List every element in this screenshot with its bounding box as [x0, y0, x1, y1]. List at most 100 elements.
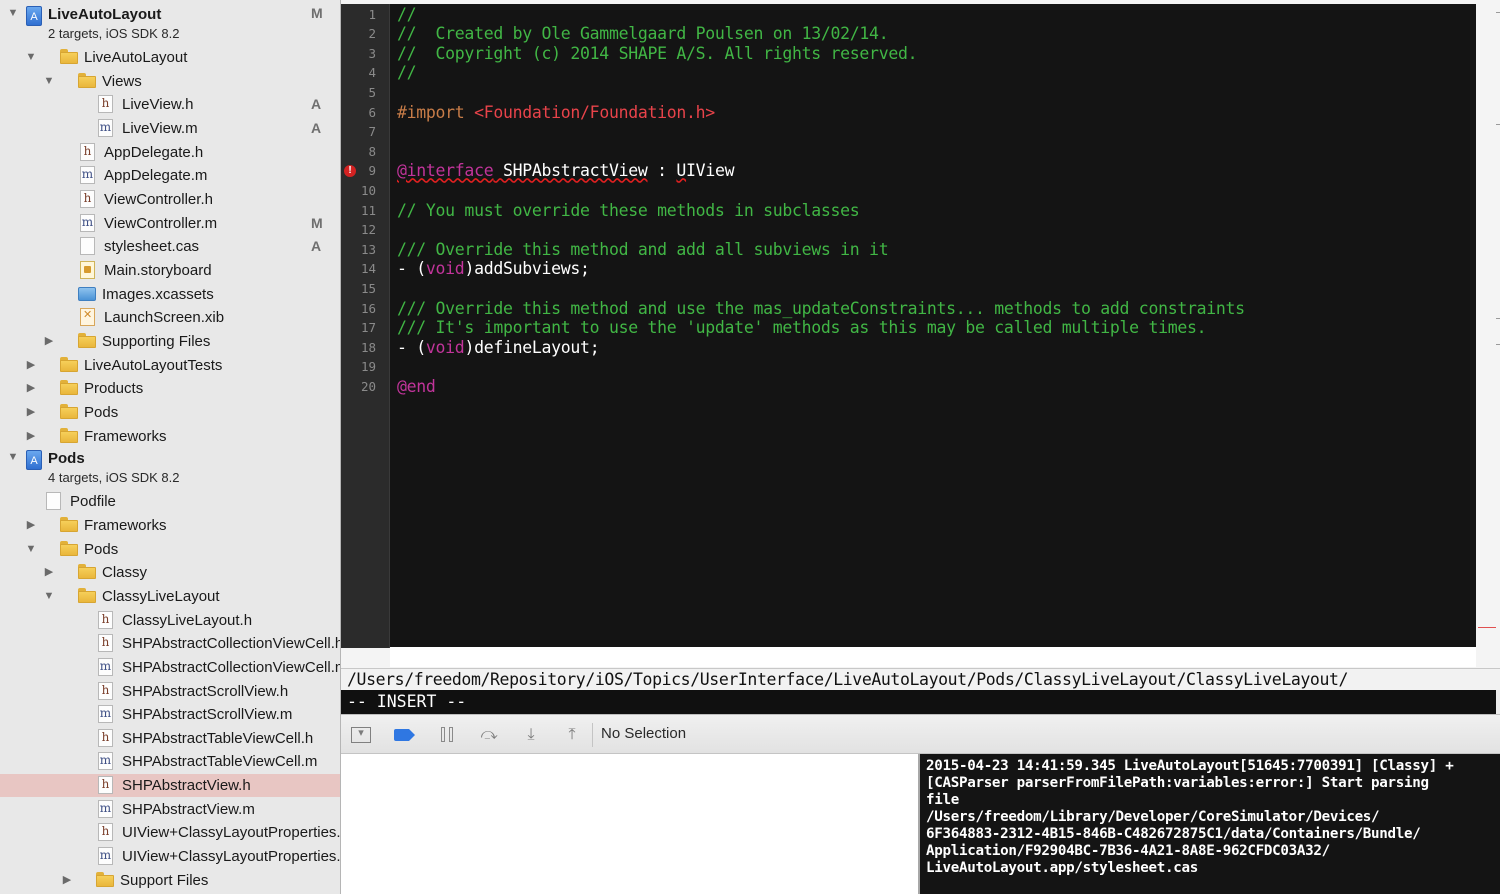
folder-item[interactable]: ▼ Views: [0, 70, 340, 93]
folder-item[interactable]: ▶ Products: [0, 377, 340, 400]
item-label: stylesheet.cas: [104, 238, 200, 256]
disclosure-expanded-icon[interactable]: ▼: [42, 74, 56, 88]
file-item[interactable]: h SHPAbstractTableViewCell.h: [0, 727, 340, 750]
folder-item[interactable]: ▶ Support Files: [0, 869, 340, 892]
code-line[interactable]: #import <Foundation/Foundation.h>: [397, 103, 715, 123]
code-token: //: [397, 4, 417, 24]
file-item[interactable]: Main.storyboard: [0, 259, 340, 282]
file-item[interactable]: Images.xcassets: [0, 283, 340, 306]
code-line[interactable]: // Created by Ole Gammelgaard Poulsen on…: [397, 24, 889, 44]
file-item[interactable]: m SHPAbstractTableViewCell.m: [0, 750, 340, 773]
variables-view[interactable]: [341, 754, 918, 894]
folder-item[interactable]: ▼ LiveAutoLayout: [0, 46, 340, 69]
code-line[interactable]: /// It's important to use the 'update' m…: [397, 318, 1207, 338]
generic-file-icon: [80, 237, 95, 256]
header-file-icon: h: [98, 823, 113, 842]
item-label: Pods: [84, 403, 119, 421]
code-area[interactable]: //// Created by Ole Gammelgaard Poulsen …: [390, 4, 1476, 647]
breakpoints-toggle-icon[interactable]: [393, 725, 415, 745]
disclosure-expanded-icon[interactable]: ▼: [42, 589, 56, 603]
pause-icon[interactable]: [436, 725, 458, 745]
file-item[interactable]: h ViewController.h: [0, 188, 340, 211]
item-label: Supporting Files: [102, 332, 211, 350]
file-item[interactable]: h UIView+ClassyLayoutProperties.h: [0, 821, 340, 844]
code-token: /// It's important to use the 'update' m…: [397, 318, 1207, 338]
file-item[interactable]: h SHPAbstractScrollView.h: [0, 680, 340, 703]
file-item[interactable]: m SHPAbstractScrollView.m: [0, 703, 340, 726]
implementation-file-icon: m: [98, 847, 113, 866]
file-item[interactable]: m LiveView.m A: [0, 117, 340, 140]
code-line[interactable]: @interface SHPAbstractView : UIView: [397, 161, 735, 181]
disclosure-collapsed-icon[interactable]: ▶: [24, 429, 38, 443]
file-item[interactable]: m ViewController.m M: [0, 212, 340, 235]
folder-item[interactable]: ▶ Frameworks: [0, 514, 340, 537]
code-line[interactable]: /// Override this method and use the mas…: [397, 299, 1245, 319]
code-line[interactable]: //: [397, 4, 417, 25]
file-item[interactable]: m SHPAbstractCollectionViewCell.m: [0, 656, 340, 679]
project-item[interactable]: ▼ A Pods 4 targets, iOS SDK 8.2: [0, 446, 340, 486]
code-line[interactable]: //: [397, 63, 417, 83]
file-item[interactable]: m SHPAbstractView.m: [0, 798, 340, 821]
code-token: void: [425, 337, 465, 357]
step-into-icon[interactable]: ⤓: [520, 725, 542, 745]
folder-item[interactable]: ▼ ClassyLiveLayout: [0, 585, 340, 608]
item-label: SHPAbstractScrollView.m: [122, 706, 293, 724]
file-item[interactable]: stylesheet.cas A: [0, 235, 340, 258]
folder-item[interactable]: ▶ Pods: [0, 401, 340, 424]
step-out-icon[interactable]: ⤒: [561, 725, 583, 745]
disclosure-collapsed-icon[interactable]: ▶: [24, 518, 38, 532]
folder-item[interactable]: ▶ Supporting Files: [0, 330, 340, 353]
implementation-file-icon: m: [98, 657, 113, 676]
disclosure-expanded-icon[interactable]: ▼: [24, 50, 38, 64]
code-line[interactable]: // You must override these methods in su…: [397, 201, 860, 221]
line-number: 18: [360, 339, 376, 355]
code-line[interactable]: - (void)defineLayout;: [397, 337, 600, 358]
item-label: LiveView.h: [122, 96, 194, 114]
disclosure-expanded-icon[interactable]: ▼: [24, 542, 38, 556]
file-item[interactable]: LaunchScreen.xib: [0, 306, 340, 329]
file-item[interactable]: h ClassyLiveLayout.h: [0, 609, 340, 632]
folder-item[interactable]: ▼ Pods: [0, 538, 340, 561]
file-item[interactable]: m UIView+ClassyLayoutProperties.m: [0, 845, 340, 868]
disclosure-collapsed-icon[interactable]: ▶: [42, 565, 56, 579]
debug-bar-separator: [592, 723, 593, 747]
disclosure-collapsed-icon[interactable]: ▶: [24, 358, 38, 372]
disclosure-collapsed-icon[interactable]: ▶: [42, 334, 56, 348]
code-token: )addSubviews;: [464, 259, 590, 279]
disclosure-collapsed-icon[interactable]: ▶: [24, 405, 38, 419]
console-output[interactable]: 2015-04-23 14:41:59.345 LiveAutoLayout[5…: [920, 754, 1500, 894]
line-number: 13: [360, 241, 376, 257]
disclosure-expanded-icon[interactable]: ▼: [6, 450, 20, 464]
editor-bottom-strip: [390, 647, 1476, 667]
code-line[interactable]: /// Override this method and add all sub…: [397, 240, 889, 260]
disclosure-expanded-icon[interactable]: ▼: [6, 6, 20, 20]
folder-item[interactable]: ▶ LiveAutoLayoutTests: [0, 354, 340, 377]
file-item[interactable]: h SHPAbstractView.h: [0, 774, 340, 798]
disclosure-collapsed-icon[interactable]: ▶: [24, 381, 38, 395]
line-number: 8: [368, 143, 376, 159]
code-line[interactable]: @end: [397, 377, 436, 397]
header-file-icon: h: [98, 728, 113, 747]
file-item[interactable]: h AppDelegate.h: [0, 141, 340, 164]
folder-item[interactable]: ▶ Classy: [0, 561, 340, 584]
file-item[interactable]: h LiveView.h A: [0, 93, 340, 116]
implementation-file-icon: m: [98, 799, 113, 818]
file-item[interactable]: h SHPAbstractCollectionViewCell.h: [0, 632, 340, 655]
item-label: SHPAbstractView.h: [122, 777, 251, 795]
item-label: Frameworks: [84, 427, 167, 445]
hide-debug-area-icon[interactable]: ▾: [351, 727, 371, 743]
disclosure-collapsed-icon[interactable]: ▶: [60, 873, 74, 887]
step-over-icon[interactable]: ⤼: [478, 725, 500, 745]
project-navigator[interactable]: ▼ A LiveAutoLayout 2 targets, iOS SDK 8.2 M ▼…: [0, 0, 341, 894]
item-label: UIView+ClassyLayoutProperties.m: [122, 848, 341, 866]
folder-item[interactable]: ▶ Frameworks: [0, 425, 340, 448]
line-number-gutter[interactable]: 1 2 3 4 5 6 7 8 9! 10 11 12 13 14 15 16 17 18 19 20: [341, 4, 390, 648]
code-line[interactable]: - (void)addSubviews;: [397, 259, 590, 279]
editor-right-margin: [1476, 0, 1500, 668]
line-number: 20: [360, 378, 376, 394]
code-line[interactable]: // Copyright (c) 2014 SHAPE A/S. All rig…: [397, 44, 918, 64]
file-item[interactable]: Podfile: [0, 490, 340, 513]
project-item[interactable]: ▼ A LiveAutoLayout 2 targets, iOS SDK 8.2 M: [0, 2, 340, 42]
file-item[interactable]: m AppDelegate.m: [0, 164, 340, 187]
line-number: 16: [360, 300, 376, 316]
